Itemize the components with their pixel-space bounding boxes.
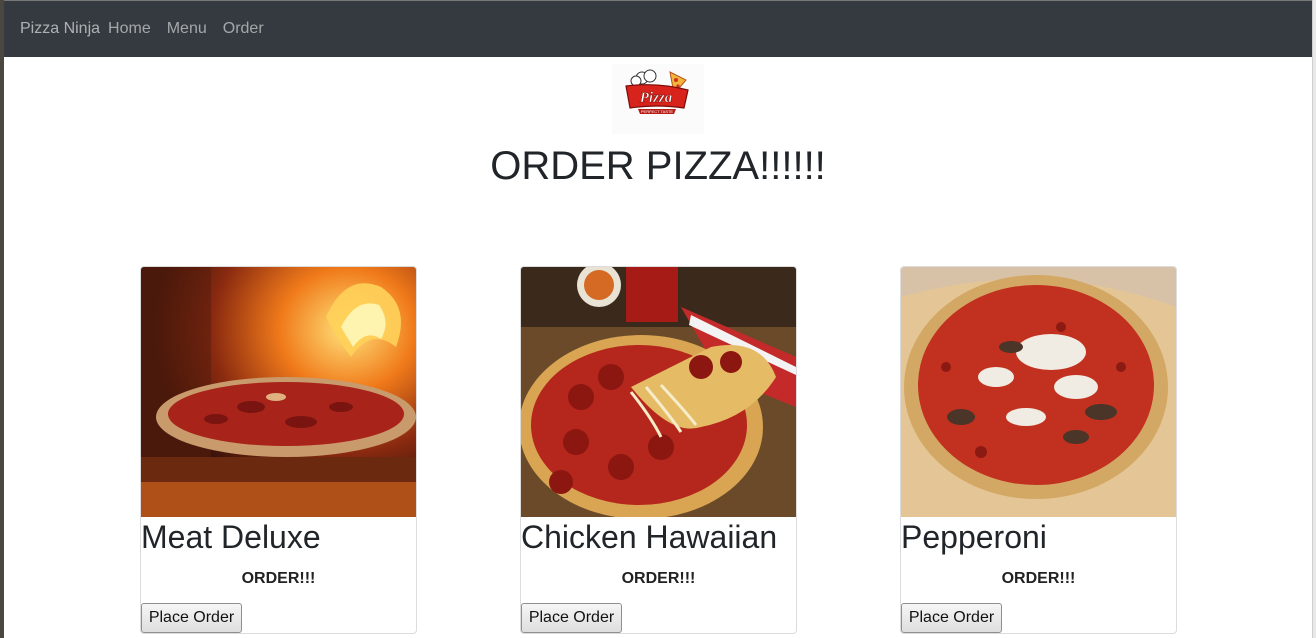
pizza-card-pepperoni: Pepperoni ORDER!!! Place Order xyxy=(900,266,1177,634)
nav-link-order[interactable]: Order xyxy=(223,20,264,38)
pizza-logo-icon: Pizza PERFECT TASTE xyxy=(625,69,689,114)
chicken-hawaiian-image xyxy=(521,267,796,517)
card-subtitle: ORDER!!! xyxy=(1001,570,1076,587)
nav-link-home[interactable]: Home xyxy=(108,20,151,38)
window-scrollbar[interactable] xyxy=(1312,0,1316,638)
svg-text:Pizza: Pizza xyxy=(640,90,673,106)
nav-link-menu[interactable]: Menu xyxy=(167,20,207,38)
svg-text:PERFECT TASTE: PERFECT TASTE xyxy=(641,109,674,114)
pizza-card-chicken-hawaiian: Chicken Hawaiian ORDER!!! Place Order xyxy=(520,266,797,634)
card-title: Meat Deluxe xyxy=(141,519,321,555)
card-subtitle: ORDER!!! xyxy=(241,570,316,587)
place-order-button[interactable]: Place Order xyxy=(141,603,242,633)
pepperoni-image xyxy=(901,267,1176,517)
card-title: Pepperoni xyxy=(901,519,1047,555)
pizza-card-meat-deluxe: Meat Deluxe ORDER!!! Place Order xyxy=(140,266,417,634)
brand-link[interactable]: Pizza Ninja xyxy=(20,20,100,38)
window-frame-left xyxy=(0,0,4,638)
place-order-button[interactable]: Place Order xyxy=(521,603,622,633)
meat-deluxe-image xyxy=(141,267,416,517)
card-subtitle: ORDER!!! xyxy=(621,570,696,587)
pizza-logo: Pizza PERFECT TASTE xyxy=(612,64,704,134)
card-title: Chicken Hawaiian xyxy=(521,519,778,555)
navbar: Pizza Ninja Home Menu Order xyxy=(4,0,1312,57)
page-title: ORDER PIZZA!!!!!! xyxy=(490,144,826,188)
place-order-button[interactable]: Place Order xyxy=(901,603,1002,633)
